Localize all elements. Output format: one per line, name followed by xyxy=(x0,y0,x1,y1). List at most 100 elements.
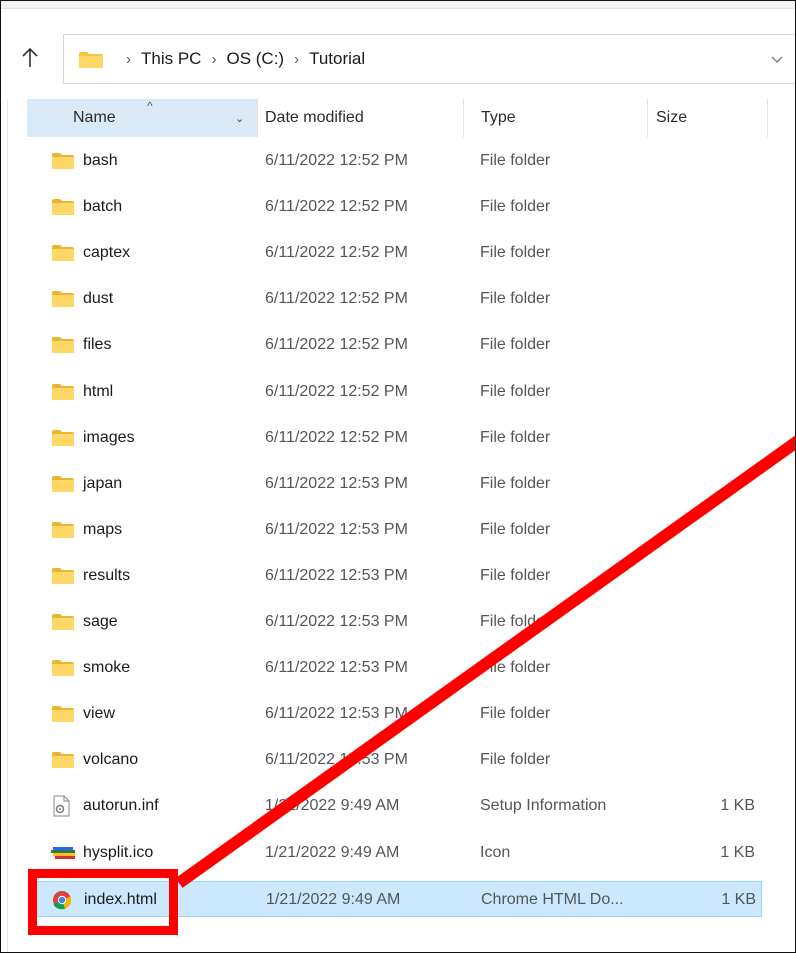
address-bar[interactable]: › This PC › OS (C:) › Tutorial xyxy=(63,34,795,84)
file-date-modified: 6/11/2022 12:53 PM xyxy=(265,705,408,723)
file-row-bash[interactable]: bash 6/11/2022 12:52 PM File folder xyxy=(35,143,762,179)
column-filter-dropdown-icon[interactable]: ⌄ xyxy=(235,99,244,137)
file-type: File folder xyxy=(480,198,551,216)
file-size xyxy=(715,281,755,317)
breadcrumb-tutorial[interactable]: Tutorial xyxy=(309,49,365,68)
file-size xyxy=(715,466,755,502)
column-header-type[interactable]: Type xyxy=(481,99,516,137)
file-row-results[interactable]: results 6/11/2022 12:53 PM File folder xyxy=(35,558,762,594)
breadcrumb-this-pc[interactable]: This PC xyxy=(141,49,201,68)
file-row-images[interactable]: images 6/11/2022 12:52 PM File folder xyxy=(35,420,762,456)
file-date-modified: 6/11/2022 12:53 PM xyxy=(265,751,408,769)
file-date-modified: 6/11/2022 12:53 PM xyxy=(265,659,408,677)
file-size xyxy=(715,143,755,179)
breadcrumb-os-c[interactable]: OS (C:) xyxy=(226,49,284,68)
chevron-down-icon[interactable] xyxy=(770,51,784,67)
file-size xyxy=(715,742,755,778)
file-row-view[interactable]: view 6/11/2022 12:53 PM File folder xyxy=(35,696,762,732)
breadcrumb: › This PC › OS (C:) › Tutorial xyxy=(116,49,365,69)
file-name: autorun.inf xyxy=(83,797,159,815)
folder-icon xyxy=(51,244,75,262)
file-type: File folder xyxy=(480,659,551,677)
folder-icon xyxy=(78,51,104,69)
column-divider[interactable] xyxy=(647,99,648,137)
file-name: bash xyxy=(83,152,118,169)
file-type: File folder xyxy=(480,290,551,308)
file-name: files xyxy=(83,336,112,354)
settings-file-icon xyxy=(51,795,75,817)
file-size xyxy=(715,650,755,686)
file-row-files[interactable]: files 6/11/2022 12:52 PM File folder xyxy=(35,327,762,363)
folder-icon xyxy=(51,521,75,539)
file-row-html[interactable]: html 6/11/2022 12:52 PM File folder xyxy=(35,374,762,410)
folder-icon xyxy=(51,383,75,401)
file-size xyxy=(715,604,755,640)
breadcrumb-separator: › xyxy=(294,51,300,68)
file-row-volcano[interactable]: volcano 6/11/2022 12:53 PM File folder xyxy=(35,742,762,778)
arrow-up-icon[interactable] xyxy=(19,47,41,71)
file-date-modified: 6/11/2022 12:52 PM xyxy=(265,152,408,169)
file-type: File folder xyxy=(480,336,551,354)
file-row-sage[interactable]: sage 6/11/2022 12:53 PM File folder xyxy=(35,604,762,640)
file-row-autorun-inf[interactable]: autorun.inf 1/21/2022 9:49 AM Setup Inform… xyxy=(35,788,762,824)
column-header-date[interactable]: Date modified xyxy=(265,99,364,137)
file-type: File folder xyxy=(480,566,551,584)
column-divider[interactable] xyxy=(463,99,464,137)
folder-icon xyxy=(51,290,75,308)
file-date-modified: 6/11/2022 12:52 PM xyxy=(265,244,408,262)
file-row-index-html[interactable]: index.html 1/21/2022 9:49 AM Chrome HTML D… xyxy=(35,880,762,917)
file-size: 1 KB xyxy=(721,890,756,908)
breadcrumb-separator: › xyxy=(211,51,217,68)
file-size xyxy=(715,558,755,594)
file-name: japan xyxy=(83,474,123,492)
file-row-maps[interactable]: maps 6/11/2022 12:53 PM File folder xyxy=(35,512,762,548)
folder-icon xyxy=(51,475,75,493)
file-name: volcano xyxy=(83,751,139,769)
file-name: html xyxy=(83,382,114,400)
file-type: File folder xyxy=(480,751,551,769)
file-type: Chrome HTML Do... xyxy=(481,890,624,908)
folder-icon xyxy=(51,429,75,447)
ico-file-icon xyxy=(51,846,75,864)
file-name: hysplit.ico xyxy=(83,843,154,861)
file-name: dust xyxy=(83,290,114,308)
file-date-modified: 6/11/2022 12:53 PM xyxy=(265,566,408,584)
file-row-hysplit-ico[interactable]: hysplit.ico 1/21/2022 9:49 AM Icon 1 KB xyxy=(35,835,762,871)
column-divider[interactable] xyxy=(257,99,258,137)
column-divider[interactable] xyxy=(767,99,768,137)
file-date-modified: 6/11/2022 12:52 PM xyxy=(265,382,408,400)
file-type: Setup Information xyxy=(480,797,607,815)
file-size xyxy=(715,327,755,363)
file-type: File folder xyxy=(480,244,551,262)
column-header-name[interactable]: ^ Name ⌄ xyxy=(27,99,257,137)
file-row-captex[interactable]: captex 6/11/2022 12:52 PM File folder xyxy=(35,235,762,271)
folder-icon xyxy=(51,705,75,723)
column-header-size[interactable]: Size xyxy=(656,99,687,137)
file-row-japan[interactable]: japan 6/11/2022 12:53 PM File folder xyxy=(35,466,762,502)
file-type: File folder xyxy=(480,474,551,492)
file-size xyxy=(715,374,755,410)
file-name: results xyxy=(83,566,131,584)
sort-ascending-icon: ^ xyxy=(147,99,153,113)
file-row-smoke[interactable]: smoke 6/11/2022 12:53 PM File folder xyxy=(35,650,762,686)
file-date-modified: 1/21/2022 9:49 AM xyxy=(265,843,400,861)
nav-pane-divider xyxy=(7,99,8,952)
file-type: File folder xyxy=(480,382,551,400)
file-row-dust[interactable]: dust 6/11/2022 12:52 PM File folder xyxy=(35,281,762,317)
folder-icon xyxy=(51,152,75,170)
file-date-modified: 6/11/2022 12:53 PM xyxy=(265,520,408,538)
folder-icon xyxy=(51,613,75,631)
file-explorer-window: › This PC › OS (C:) › Tutorial ^ Name ⌄ Date … xyxy=(0,0,796,953)
column-header-name-label: Name xyxy=(73,109,116,126)
file-size xyxy=(715,235,755,271)
file-date-modified: 6/11/2022 12:53 PM xyxy=(265,613,408,630)
file-date-modified: 6/11/2022 12:52 PM xyxy=(265,198,408,216)
folder-icon xyxy=(51,336,75,354)
file-date-modified: 6/11/2022 12:53 PM xyxy=(265,474,408,492)
file-row-batch[interactable]: batch 6/11/2022 12:52 PM File folder xyxy=(35,189,762,225)
file-type: File folder xyxy=(480,152,551,169)
file-type: File folder xyxy=(480,428,551,446)
file-name: smoke xyxy=(83,659,131,677)
breadcrumb-separator: › xyxy=(126,51,131,68)
file-size xyxy=(715,512,755,548)
